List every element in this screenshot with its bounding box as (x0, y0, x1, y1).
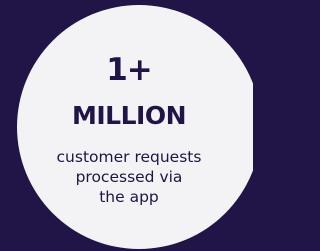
stat-caption-line: the app (99, 188, 159, 206)
stat-card: 1+ MILLION customer requests processed v… (0, 0, 253, 251)
stat-caption: customer requests processed via the app (17, 147, 241, 207)
stat-unit: MILLION (71, 101, 187, 130)
stat-number: 1+ (106, 52, 153, 88)
stat-caption-line: processed via (75, 168, 183, 186)
stat-caption-line: customer requests (56, 148, 202, 166)
